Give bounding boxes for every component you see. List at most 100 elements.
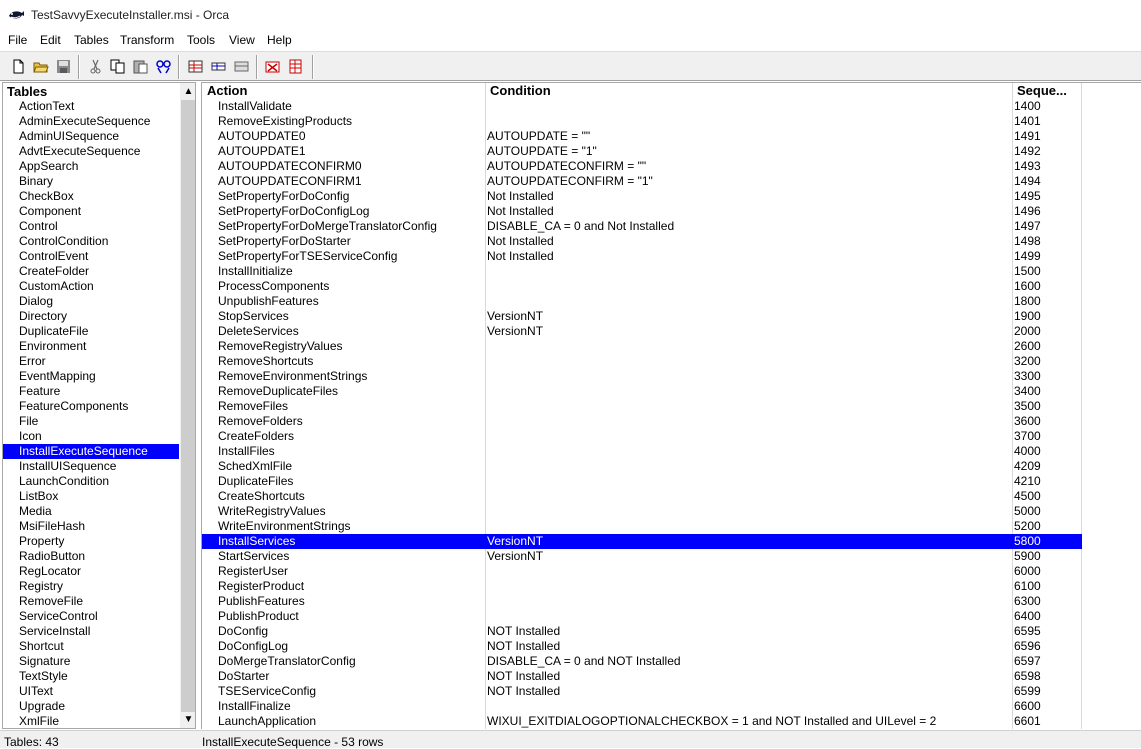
table-list-item[interactable]: Binary	[3, 174, 179, 189]
table-list-item[interactable]: Property	[3, 534, 179, 549]
action-cell[interactable]: WriteRegistryValues	[218, 504, 484, 519]
sequence-cell[interactable]: 6599	[1014, 684, 1080, 699]
table-list-item[interactable]: Media	[3, 504, 179, 519]
table-row[interactable]: SetPropertyForDoConfig Not Installed 1495	[202, 189, 1082, 204]
table-row[interactable]: ProcessComponents 1600	[202, 279, 1082, 294]
action-cell[interactable]: DeleteServices	[218, 324, 484, 339]
condition-cell[interactable]: AUTOUPDATE = ""	[487, 129, 1012, 144]
table-list-item[interactable]: Signature	[3, 654, 179, 669]
sequence-cell[interactable]: 1800	[1014, 294, 1080, 309]
scroll-up-arrow-icon[interactable]: ▲	[180, 83, 195, 100]
action-cell[interactable]: CreateShortcuts	[218, 489, 484, 504]
table-row[interactable]: AUTOUPDATE0 AUTOUPDATE = "" 1491	[202, 129, 1082, 144]
row-add-icon[interactable]	[210, 58, 227, 75]
save-icon[interactable]	[55, 58, 72, 75]
sequence-cell[interactable]: 4000	[1014, 444, 1080, 459]
sequence-cell[interactable]: 6600	[1014, 699, 1080, 714]
action-cell[interactable]: ProcessComponents	[218, 279, 484, 294]
action-cell[interactable]: PublishProduct	[218, 609, 484, 624]
table-row[interactable]: SetPropertyForTSEServiceConfig Not Instal…	[202, 249, 1082, 264]
condition-cell[interactable]	[487, 474, 1012, 489]
sequence-cell[interactable]: 1493	[1014, 159, 1080, 174]
menu-view[interactable]: View	[229, 33, 255, 47]
table-row[interactable]: RemoveDuplicateFiles 3400	[202, 384, 1082, 399]
table-list-item[interactable]: CustomAction	[3, 279, 179, 294]
condition-cell[interactable]	[487, 429, 1012, 444]
sequence-cell[interactable]: 3200	[1014, 354, 1080, 369]
table-list-item[interactable]: AdvtExecuteSequence	[3, 144, 179, 159]
condition-cell[interactable]: NOT Installed	[487, 669, 1012, 684]
table-list-item[interactable]: ListBox	[3, 489, 179, 504]
condition-cell[interactable]: Not Installed	[487, 189, 1012, 204]
sequence-cell[interactable]: 1401	[1014, 114, 1080, 129]
table-row[interactable]: InstallFiles 4000	[202, 444, 1082, 459]
menu-edit[interactable]: Edit	[40, 33, 61, 47]
action-cell[interactable]: CreateFolders	[218, 429, 484, 444]
table-row[interactable]: TSEServiceConfig NOT Installed 6599	[202, 684, 1082, 699]
sequence-cell[interactable]: 4209	[1014, 459, 1080, 474]
action-cell[interactable]: DoStarter	[218, 669, 484, 684]
table-list-item[interactable]: Feature	[3, 384, 179, 399]
sequence-cell[interactable]: 2000	[1014, 324, 1080, 339]
table-list-item[interactable]: Error	[3, 354, 179, 369]
action-cell[interactable]: SchedXmlFile	[218, 459, 484, 474]
sequence-cell[interactable]: 1491	[1014, 129, 1080, 144]
open-icon[interactable]	[32, 58, 49, 75]
action-cell[interactable]: SetPropertyForTSEServiceConfig	[218, 249, 484, 264]
table-row[interactable]: LaunchApplication WIXUI_EXITDIALOGOPTIONA…	[202, 714, 1082, 729]
table-row[interactable]: SetPropertyForDoMergeTranslatorConfig DIS…	[202, 219, 1082, 234]
sequence-cell[interactable]: 1400	[1014, 99, 1080, 114]
table-row[interactable]: RemoveFolders 3600	[202, 414, 1082, 429]
table-list-item[interactable]: ControlEvent	[3, 249, 179, 264]
condition-cell[interactable]	[487, 369, 1012, 384]
table-list-item[interactable]: Shortcut	[3, 639, 179, 654]
table-row[interactable]: AUTOUPDATECONFIRM1 AUTOUPDATECONFIRM = "1…	[202, 174, 1082, 189]
action-cell[interactable]: AUTOUPDATECONFIRM0	[218, 159, 484, 174]
menu-transform[interactable]: Transform	[120, 33, 174, 47]
sequence-cell[interactable]: 6300	[1014, 594, 1080, 609]
condition-cell[interactable]	[487, 489, 1012, 504]
table-list-item[interactable]: Registry	[3, 579, 179, 594]
table-row[interactable]: AUTOUPDATE1 AUTOUPDATE = "1" 1492	[202, 144, 1082, 159]
table-list-item[interactable]: RadioButton	[3, 549, 179, 564]
sequence-cell[interactable]: 1600	[1014, 279, 1080, 294]
menu-help[interactable]: Help	[267, 33, 292, 47]
table-list-item[interactable]: Icon	[3, 429, 179, 444]
condition-cell[interactable]: AUTOUPDATECONFIRM = ""	[487, 159, 1012, 174]
table-list-item[interactable]: ServiceInstall	[3, 624, 179, 639]
table-row[interactable]: CreateShortcuts 4500	[202, 489, 1082, 504]
sequence-cell[interactable]: 2600	[1014, 339, 1080, 354]
condition-cell[interactable]	[487, 609, 1012, 624]
action-cell[interactable]: SetPropertyForDoConfig	[218, 189, 484, 204]
table-add-icon[interactable]	[187, 58, 204, 75]
table-list-item[interactable]: ServiceControl	[3, 609, 179, 624]
table-row[interactable]: RemoveRegistryValues 2600	[202, 339, 1082, 354]
condition-cell[interactable]	[487, 294, 1012, 309]
table-row[interactable]: UnpublishFeatures 1800	[202, 294, 1082, 309]
action-cell[interactable]: StartServices	[218, 549, 484, 564]
table-list-item[interactable]: Component	[3, 204, 179, 219]
condition-cell[interactable]: VersionNT	[487, 309, 1012, 324]
table-row[interactable]: RegisterUser 6000	[202, 564, 1082, 579]
action-cell[interactable]: InstallInitialize	[218, 264, 484, 279]
condition-cell[interactable]: VersionNT	[487, 324, 1012, 339]
table-row[interactable]: RemoveExistingProducts 1401	[202, 114, 1082, 129]
condition-cell[interactable]	[487, 519, 1012, 534]
table-row[interactable]: RegisterProduct 6100	[202, 579, 1082, 594]
table-list-item[interactable]: Upgrade	[3, 699, 179, 714]
find-icon[interactable]	[155, 58, 172, 75]
table-list-item[interactable]: XmlFile	[3, 714, 179, 728]
table-row[interactable]: DoConfig NOT Installed 6595	[202, 624, 1082, 639]
sequence-cell[interactable]: 1900	[1014, 309, 1080, 324]
table-list-item[interactable]: TextStyle	[3, 669, 179, 684]
table-list-item[interactable]: ActionText	[3, 99, 179, 114]
condition-cell[interactable]: NOT Installed	[487, 639, 1012, 654]
table-row[interactable]: SetPropertyForDoStarter Not Installed 1498	[202, 234, 1082, 249]
sequence-cell[interactable]: 1497	[1014, 219, 1080, 234]
table-row[interactable]: StartServices VersionNT 5900	[202, 549, 1082, 564]
table-row[interactable]: WriteRegistryValues 5000	[202, 504, 1082, 519]
action-cell[interactable]: AUTOUPDATE1	[218, 144, 484, 159]
table-row[interactable]: AUTOUPDATECONFIRM0 AUTOUPDATECONFIRM = ""…	[202, 159, 1082, 174]
table-list-item[interactable]: AppSearch	[3, 159, 179, 174]
sequence-cell[interactable]: 3500	[1014, 399, 1080, 414]
